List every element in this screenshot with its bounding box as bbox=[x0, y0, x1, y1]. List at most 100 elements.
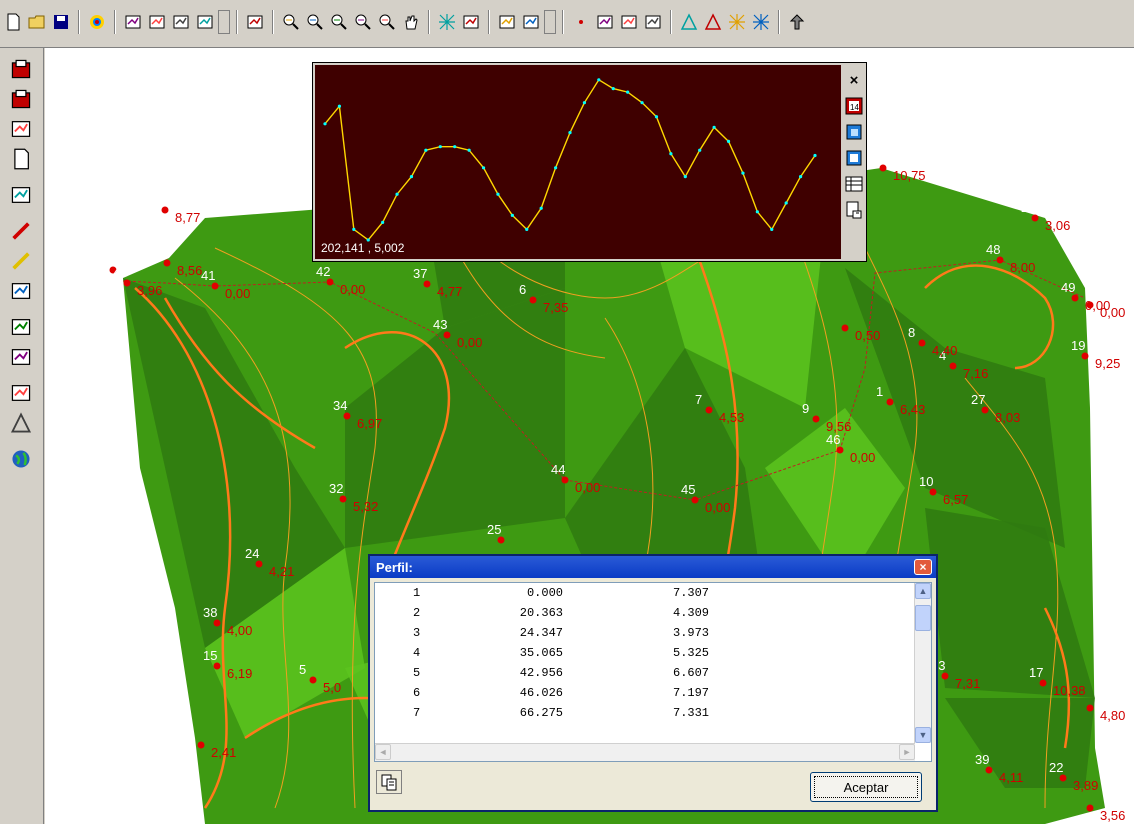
point-marker[interactable] bbox=[309, 676, 317, 684]
layer-properties-button[interactable] bbox=[170, 10, 192, 34]
measure-button[interactable] bbox=[642, 10, 664, 34]
point-marker[interactable] bbox=[443, 331, 451, 339]
point-button[interactable] bbox=[570, 10, 592, 34]
point-marker[interactable] bbox=[691, 496, 699, 504]
survey-point[interactable]: 308,77 bbox=[151, 192, 200, 225]
point-marker[interactable] bbox=[161, 206, 169, 214]
dropdown-button[interactable] bbox=[544, 10, 556, 34]
redo-button[interactable] bbox=[8, 344, 34, 370]
horizontal-scrollbar[interactable]: ◄ ► bbox=[375, 743, 915, 761]
point-marker[interactable] bbox=[985, 766, 993, 774]
point-marker[interactable] bbox=[841, 324, 849, 332]
dialog-titlebar[interactable]: Perfil: × bbox=[370, 556, 936, 578]
survey-point[interactable]: 3,56 bbox=[1086, 804, 1126, 824]
point-marker[interactable] bbox=[705, 406, 713, 414]
table-row[interactable]: 2 20.363 4.309 bbox=[375, 603, 915, 623]
close-button[interactable]: × bbox=[843, 69, 865, 91]
delete-triangle-button[interactable] bbox=[702, 10, 724, 34]
accept-button[interactable]: Aceptar bbox=[810, 772, 922, 802]
scroll-right-button[interactable]: ► bbox=[899, 744, 915, 760]
pencil-yellow-button[interactable] bbox=[8, 248, 34, 274]
list-button[interactable] bbox=[8, 116, 34, 142]
point-marker[interactable] bbox=[197, 741, 205, 749]
point-marker[interactable] bbox=[255, 560, 263, 568]
point-marker[interactable] bbox=[529, 296, 537, 304]
point-marker[interactable] bbox=[123, 279, 131, 287]
point-marker[interactable] bbox=[339, 495, 347, 503]
point-marker[interactable] bbox=[497, 536, 505, 544]
terrain-button[interactable] bbox=[496, 10, 518, 34]
point-marker[interactable] bbox=[423, 280, 431, 288]
dropdown-button[interactable] bbox=[218, 10, 230, 34]
point-marker[interactable] bbox=[1086, 301, 1094, 309]
document-button[interactable] bbox=[8, 146, 34, 172]
save-button[interactable] bbox=[50, 10, 72, 34]
triangulation-button[interactable] bbox=[436, 10, 458, 34]
point-marker[interactable] bbox=[343, 412, 351, 420]
point-marker[interactable] bbox=[213, 619, 221, 627]
point-marker[interactable] bbox=[886, 398, 894, 406]
zoom-previous-button[interactable] bbox=[376, 10, 398, 34]
point-marker[interactable] bbox=[326, 278, 334, 286]
view-button[interactable] bbox=[244, 10, 266, 34]
contour-button[interactable] bbox=[460, 10, 482, 34]
point-marker[interactable] bbox=[941, 672, 949, 680]
close-button[interactable]: × bbox=[914, 559, 932, 575]
perfil-list[interactable]: 1 0.000 7.307 2 20.363 4.309 3 24.347 3.973 4 35.0… bbox=[374, 582, 932, 762]
paste-layer-button[interactable] bbox=[146, 10, 168, 34]
copy-button[interactable] bbox=[376, 770, 402, 794]
copy-layer-button[interactable] bbox=[122, 10, 144, 34]
point-marker[interactable] bbox=[1071, 294, 1079, 302]
point-marker[interactable] bbox=[929, 488, 937, 496]
window-alt-button[interactable] bbox=[843, 147, 865, 169]
polyline-button[interactable] bbox=[594, 10, 616, 34]
scroll-down-button[interactable]: ▼ bbox=[915, 727, 931, 743]
calendar-14-button[interactable] bbox=[194, 10, 216, 34]
contour-up-button[interactable] bbox=[8, 182, 34, 208]
pan-hand-button[interactable] bbox=[400, 10, 422, 34]
pencil-red-button[interactable] bbox=[8, 218, 34, 244]
export-button[interactable] bbox=[843, 199, 865, 221]
point-marker[interactable] bbox=[836, 446, 844, 454]
point-marker[interactable] bbox=[561, 476, 569, 484]
zoom-extents-button[interactable] bbox=[352, 10, 374, 34]
chart-button[interactable] bbox=[8, 278, 34, 304]
zoom-window-button[interactable] bbox=[280, 10, 302, 34]
edit-stack-button[interactable] bbox=[8, 86, 34, 112]
triangle-button[interactable] bbox=[678, 10, 700, 34]
table-row[interactable]: 6 46.026 7.197 bbox=[375, 683, 915, 703]
point-marker[interactable] bbox=[1059, 774, 1067, 782]
point-marker[interactable] bbox=[879, 164, 887, 172]
mesh-button[interactable] bbox=[726, 10, 748, 34]
point-marker[interactable] bbox=[981, 406, 989, 414]
point-marker[interactable] bbox=[211, 282, 219, 290]
triangle-button[interactable] bbox=[8, 410, 34, 436]
point-marker[interactable] bbox=[1086, 804, 1094, 812]
break-line-button[interactable] bbox=[618, 10, 640, 34]
table-row[interactable]: 1 0.000 7.307 bbox=[375, 583, 915, 603]
color-palette-button[interactable] bbox=[86, 10, 108, 34]
up-arrow-button[interactable] bbox=[786, 10, 808, 34]
point-marker[interactable] bbox=[996, 256, 1004, 264]
table-row[interactable]: 7 66.275 7.331 bbox=[375, 703, 915, 723]
point-marker[interactable] bbox=[812, 415, 820, 423]
scroll-up-button[interactable]: ▲ bbox=[915, 583, 931, 599]
layers-button[interactable] bbox=[520, 10, 542, 34]
scroll-left-button[interactable]: ◄ bbox=[375, 744, 391, 760]
stack-button[interactable] bbox=[8, 56, 34, 82]
window-button[interactable] bbox=[843, 121, 865, 143]
zoom-in-button[interactable] bbox=[304, 10, 326, 34]
globe-button[interactable] bbox=[8, 446, 34, 472]
mesh-alt-button[interactable] bbox=[750, 10, 772, 34]
point-marker[interactable] bbox=[163, 259, 171, 267]
table-button[interactable] bbox=[843, 173, 865, 195]
table-row[interactable]: 5 42.956 6.607 bbox=[375, 663, 915, 683]
scroll-thumb[interactable] bbox=[915, 605, 931, 631]
point-marker[interactable] bbox=[213, 662, 221, 670]
print-button[interactable]: 14 bbox=[843, 95, 865, 117]
point-marker[interactable] bbox=[1086, 704, 1094, 712]
open-folder-button[interactable] bbox=[26, 10, 48, 34]
point-marker[interactable] bbox=[1081, 352, 1089, 360]
vertical-scrollbar[interactable]: ▲ ▼ bbox=[914, 583, 931, 743]
undo-button[interactable] bbox=[8, 314, 34, 340]
